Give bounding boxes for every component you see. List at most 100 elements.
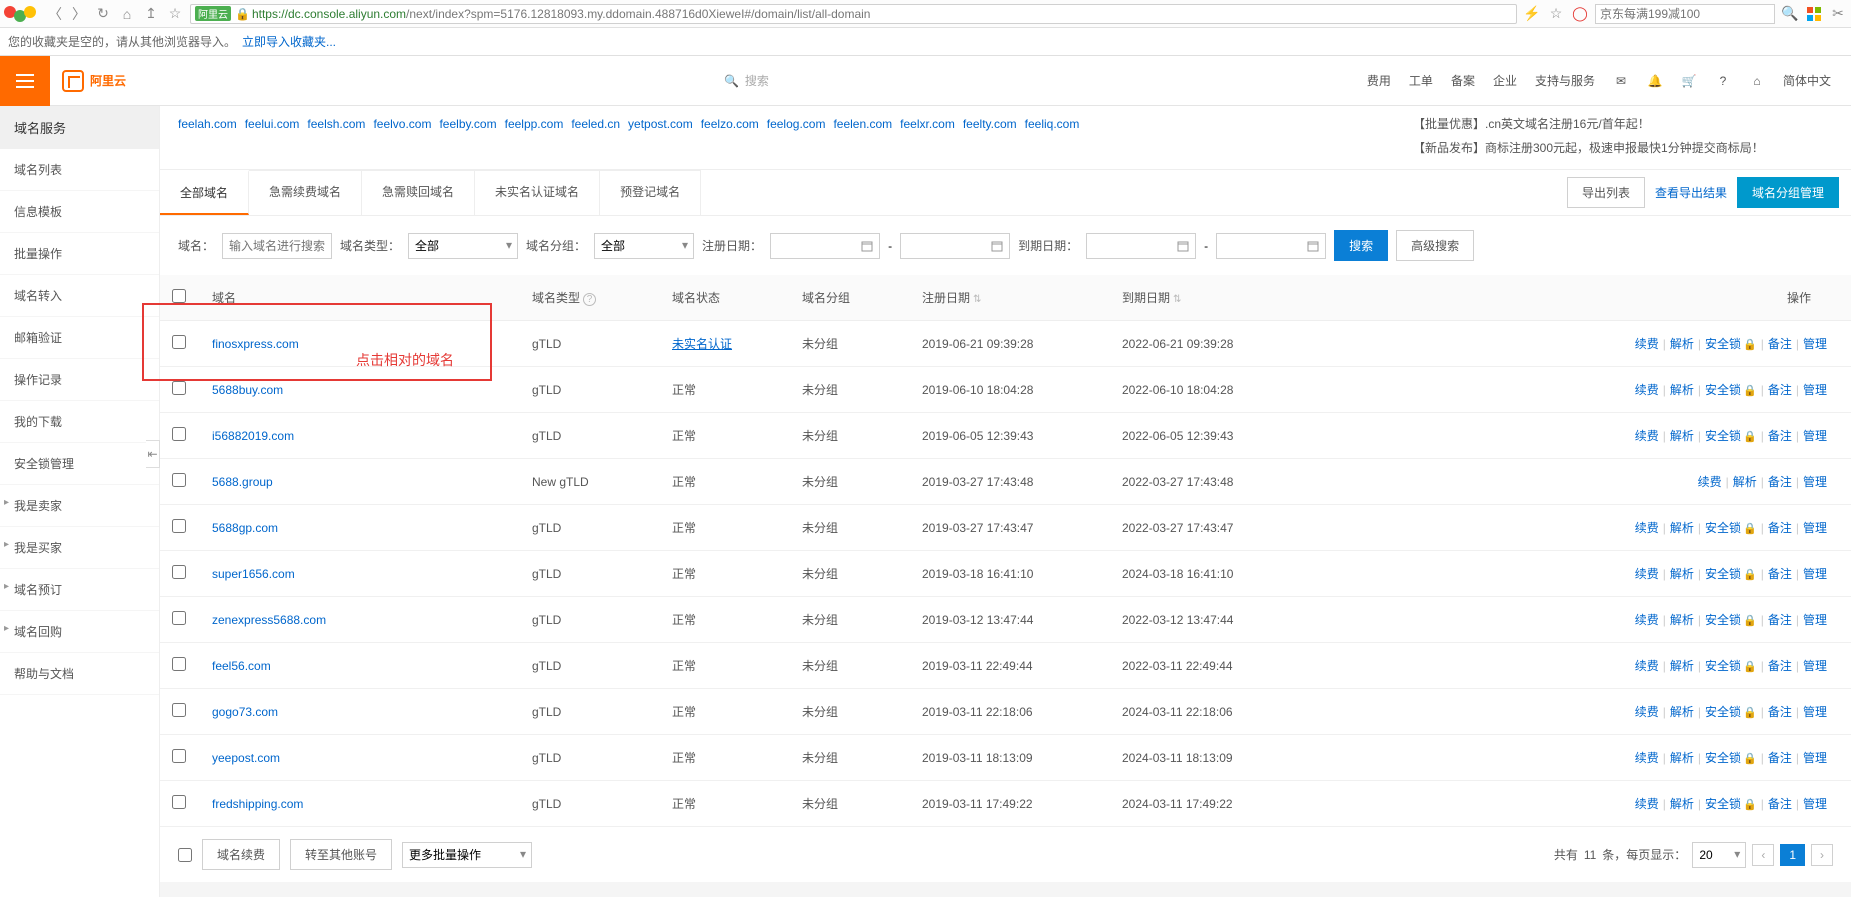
op-remark[interactable]: 备注 xyxy=(1768,475,1792,489)
sidebar-tail-0[interactable]: 帮助与文档 xyxy=(0,653,159,695)
status-link[interactable]: 未实名认证 xyxy=(672,337,732,351)
home-console-icon[interactable]: ⌂ xyxy=(1749,73,1765,89)
op-parse[interactable]: 解析 xyxy=(1670,659,1694,673)
related-link-2[interactable]: feelsh.com xyxy=(307,117,365,131)
sidebar-sub-3[interactable]: 域名回购 xyxy=(0,611,159,653)
import-favorites-link[interactable]: 立即导入收藏夹... xyxy=(242,33,336,50)
related-link-4[interactable]: feelby.com xyxy=(439,117,496,131)
op-renew[interactable]: 续费 xyxy=(1698,475,1722,489)
search-button[interactable]: 搜索 xyxy=(1334,230,1388,261)
address-bar[interactable]: 阿里云 🔒 https:// dc.console.aliyun.com /ne… xyxy=(190,4,1517,24)
related-link-3[interactable]: feelvo.com xyxy=(373,117,431,131)
op-manage[interactable]: 管理 xyxy=(1803,705,1827,719)
sidebar-item-3[interactable]: 域名转入 xyxy=(0,275,159,317)
domain-link[interactable]: 5688buy.com xyxy=(212,383,283,397)
reg-date-to[interactable] xyxy=(900,233,1010,259)
row-checkbox[interactable] xyxy=(172,427,186,441)
search-icon[interactable]: 🔍 xyxy=(1781,5,1799,23)
domain-link[interactable]: super1656.com xyxy=(212,567,295,581)
sidebar-item-7[interactable]: 安全锁管理 xyxy=(0,443,159,485)
related-link-9[interactable]: feelog.com xyxy=(767,117,826,131)
related-link-13[interactable]: feeliq.com xyxy=(1025,117,1080,131)
back-icon[interactable]: 〈 xyxy=(46,5,64,23)
bell-icon[interactable]: 🔔 xyxy=(1647,73,1663,89)
star-icon[interactable]: ☆ xyxy=(166,5,184,23)
sidebar-item-1[interactable]: 信息模板 xyxy=(0,191,159,233)
related-link-12[interactable]: feelty.com xyxy=(963,117,1017,131)
op-remark[interactable]: 备注 xyxy=(1768,383,1792,397)
op-renew[interactable]: 续费 xyxy=(1635,337,1659,351)
export-list-button[interactable]: 导出列表 xyxy=(1567,177,1645,208)
op-lock[interactable]: 安全锁🔒 xyxy=(1705,751,1757,765)
filter-group-select[interactable]: 全部 xyxy=(594,233,694,259)
row-checkbox[interactable] xyxy=(172,657,186,671)
tab-4[interactable]: 预登记域名 xyxy=(600,170,701,215)
view-export-link[interactable]: 查看导出结果 xyxy=(1655,184,1727,201)
prev-page[interactable]: ‹ xyxy=(1752,844,1774,866)
op-parse[interactable]: 解析 xyxy=(1670,797,1694,811)
op-manage[interactable]: 管理 xyxy=(1803,613,1827,627)
op-manage[interactable]: 管理 xyxy=(1803,797,1827,811)
menu-toggle[interactable] xyxy=(0,56,50,106)
op-renew[interactable]: 续费 xyxy=(1635,659,1659,673)
domain-link[interactable]: 5688.group xyxy=(212,475,273,489)
col-exp[interactable]: 到期日期⇅ xyxy=(1110,275,1310,321)
op-lock[interactable]: 安全锁🔒 xyxy=(1705,797,1757,811)
tab-3[interactable]: 未实名认证域名 xyxy=(475,170,600,215)
op-remark[interactable]: 备注 xyxy=(1768,567,1792,581)
related-link-1[interactable]: feelui.com xyxy=(245,117,300,131)
op-manage[interactable]: 管理 xyxy=(1803,659,1827,673)
help-icon[interactable]: ? xyxy=(1715,73,1731,89)
op-parse[interactable]: 解析 xyxy=(1670,383,1694,397)
nav-enterprise[interactable]: 企业 xyxy=(1493,72,1517,89)
browser-search-input[interactable] xyxy=(1595,4,1775,24)
op-lock[interactable]: 安全锁🔒 xyxy=(1705,613,1757,627)
nav-fees[interactable]: 费用 xyxy=(1367,72,1391,89)
sidebar-item-6[interactable]: 我的下载 xyxy=(0,401,159,443)
global-search[interactable]: 🔍 搜索 xyxy=(126,72,1367,89)
op-parse[interactable]: 解析 xyxy=(1670,613,1694,627)
forward-icon[interactable]: 〉 xyxy=(70,5,88,23)
op-manage[interactable]: 管理 xyxy=(1803,337,1827,351)
sidebar-item-4[interactable]: 邮箱验证 xyxy=(0,317,159,359)
select-all-bottom-checkbox[interactable] xyxy=(178,848,192,862)
reg-date-from[interactable] xyxy=(770,233,880,259)
domain-group-manage-button[interactable]: 域名分组管理 xyxy=(1737,177,1839,208)
op-parse[interactable]: 解析 xyxy=(1670,429,1694,443)
nav-icp[interactable]: 备案 xyxy=(1451,72,1475,89)
op-manage[interactable]: 管理 xyxy=(1803,751,1827,765)
domain-link[interactable]: gogo73.com xyxy=(212,705,278,719)
op-lock[interactable]: 安全锁🔒 xyxy=(1705,659,1757,673)
related-link-8[interactable]: feelzo.com xyxy=(701,117,759,131)
op-lock[interactable]: 安全锁🔒 xyxy=(1705,705,1757,719)
row-checkbox[interactable] xyxy=(172,381,186,395)
op-renew[interactable]: 续费 xyxy=(1635,751,1659,765)
scissors-icon[interactable]: ✂ xyxy=(1829,5,1847,23)
next-page[interactable]: › xyxy=(1811,844,1833,866)
row-checkbox[interactable] xyxy=(172,749,186,763)
bulk-renew-button[interactable]: 域名续费 xyxy=(202,839,280,870)
op-remark[interactable]: 备注 xyxy=(1768,751,1792,765)
row-checkbox[interactable] xyxy=(172,611,186,625)
related-link-10[interactable]: feelen.com xyxy=(833,117,892,131)
related-link-11[interactable]: feelxr.com xyxy=(900,117,955,131)
related-link-5[interactable]: feelpp.com xyxy=(505,117,564,131)
message-icon[interactable]: ✉ xyxy=(1613,73,1629,89)
op-manage[interactable]: 管理 xyxy=(1803,475,1827,489)
row-checkbox[interactable] xyxy=(172,335,186,349)
op-remark[interactable]: 备注 xyxy=(1768,797,1792,811)
op-parse[interactable]: 解析 xyxy=(1733,475,1757,489)
op-manage[interactable]: 管理 xyxy=(1803,567,1827,581)
sidebar-item-2[interactable]: 批量操作 xyxy=(0,233,159,275)
row-checkbox[interactable] xyxy=(172,703,186,717)
op-remark[interactable]: 备注 xyxy=(1768,337,1792,351)
op-parse[interactable]: 解析 xyxy=(1670,567,1694,581)
op-parse[interactable]: 解析 xyxy=(1670,521,1694,535)
filter-domain-input[interactable] xyxy=(222,233,332,259)
op-lock[interactable]: 安全锁🔒 xyxy=(1705,383,1757,397)
select-all-checkbox[interactable] xyxy=(172,289,186,303)
brand-logo[interactable]: 阿里云 xyxy=(62,70,126,92)
op-remark[interactable]: 备注 xyxy=(1768,613,1792,627)
op-renew[interactable]: 续费 xyxy=(1635,521,1659,535)
nav-tickets[interactable]: 工单 xyxy=(1409,72,1433,89)
